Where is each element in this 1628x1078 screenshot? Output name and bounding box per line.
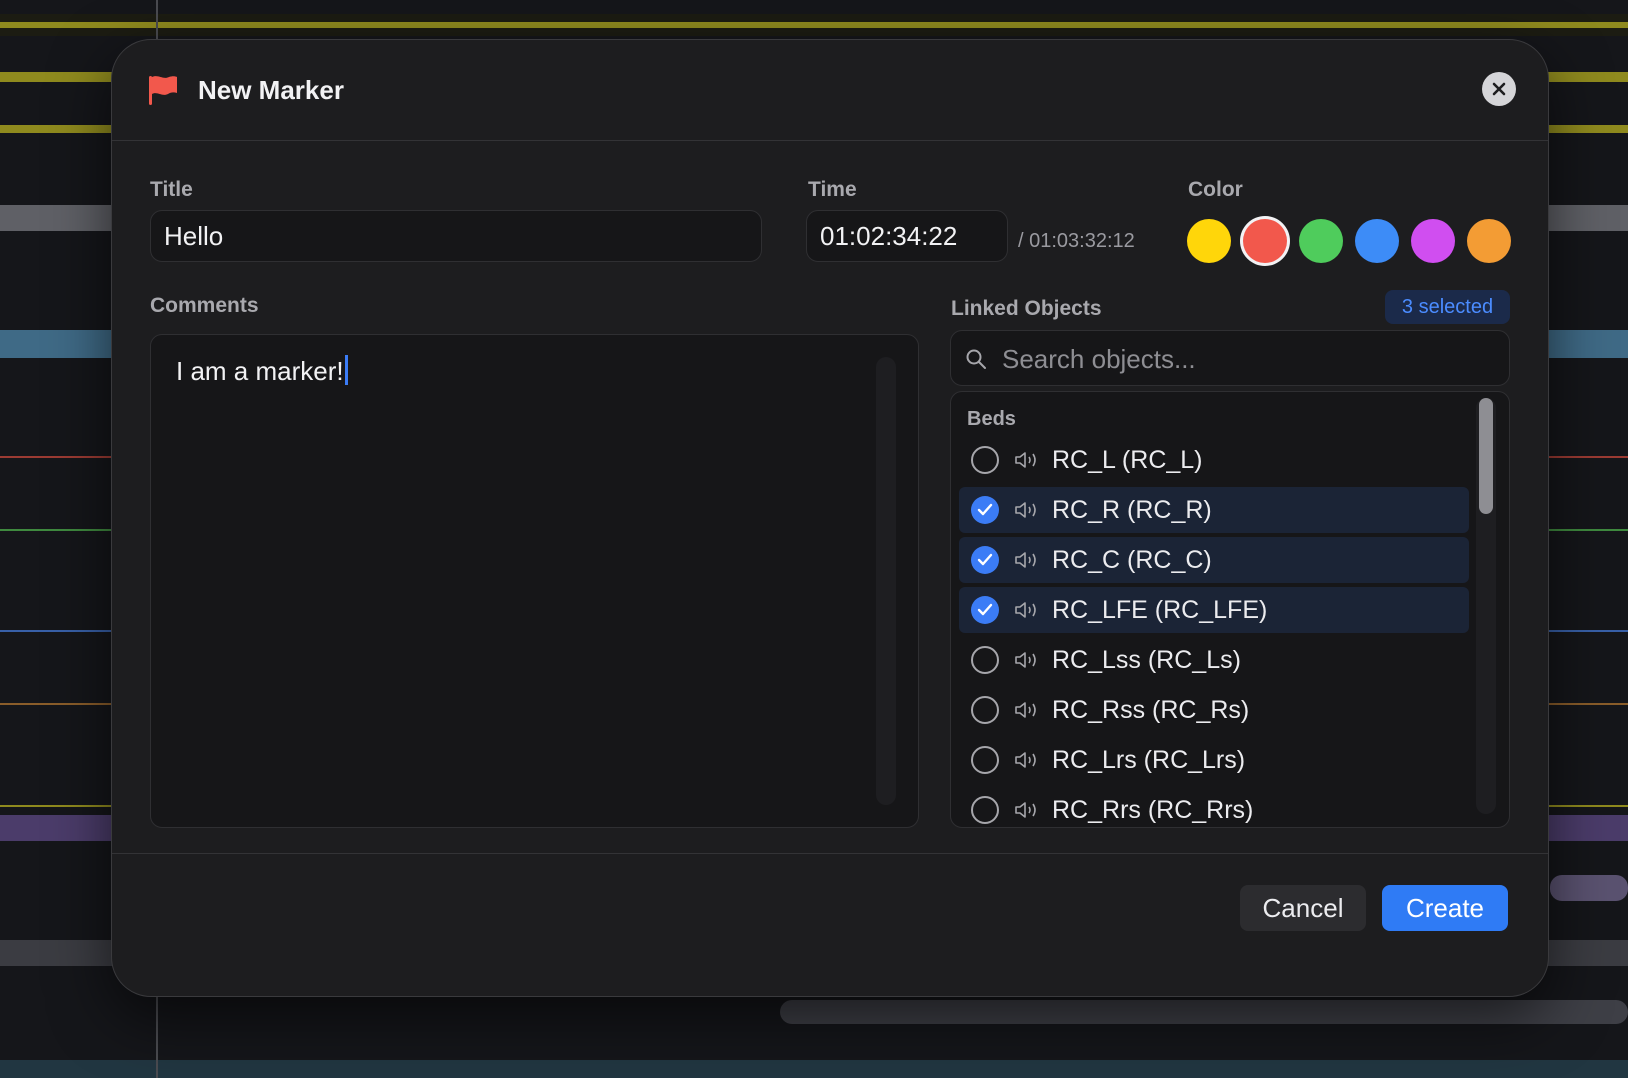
object-label: RC_L (RC_L): [1052, 446, 1203, 474]
speaker-icon: [1015, 802, 1036, 818]
waveform: [780, 1000, 1628, 1024]
checkbox-checked-icon[interactable]: [971, 596, 999, 624]
dialog-header: New Marker: [112, 40, 1548, 141]
object-label: RC_C (RC_C): [1052, 546, 1212, 574]
search-objects-input[interactable]: Search objects...: [950, 330, 1510, 386]
color-swatch-yellow[interactable]: [1187, 219, 1231, 263]
search-placeholder: Search objects...: [1002, 344, 1196, 374]
color-swatch-purple[interactable]: [1411, 219, 1455, 263]
time-label: Time: [808, 178, 857, 201]
scrollbar-thumb[interactable]: [1479, 398, 1493, 514]
object-row[interactable]: RC_Lss (RC_Ls): [959, 637, 1469, 683]
object-row[interactable]: RC_C (RC_C): [959, 537, 1469, 583]
checkbox-unchecked-icon[interactable]: [971, 696, 999, 724]
speaker-icon: [1015, 502, 1036, 518]
color-label: Color: [1188, 178, 1243, 201]
new-marker-dialog: New Marker Title Hello Time 01:02:34:22 …: [111, 39, 1549, 997]
color-swatch-red[interactable]: [1243, 219, 1287, 263]
search-icon: [966, 349, 986, 369]
object-row[interactable]: RC_L (RC_L): [959, 437, 1469, 483]
object-label: RC_R (RC_R): [1052, 496, 1212, 524]
color-swatch-orange[interactable]: [1467, 219, 1511, 263]
object-label: RC_Rss (RC_Rs): [1052, 696, 1250, 724]
speaker-icon: [1015, 602, 1036, 618]
speaker-icon: [1015, 452, 1036, 468]
time-total: / 01:03:32:12: [1018, 230, 1135, 252]
comments-text: I am a marker!: [176, 355, 348, 387]
title-input[interactable]: Hello: [150, 210, 762, 262]
waveform: [1550, 875, 1628, 901]
comments-value: I am a marker!: [176, 356, 344, 386]
object-label: RC_Rrs (RC_Rrs): [1052, 796, 1254, 824]
time-input[interactable]: 01:02:34:22: [806, 210, 1008, 262]
flag-icon: [149, 76, 177, 105]
color-swatch-blue[interactable]: [1355, 219, 1399, 263]
object-label: RC_LFE (RC_LFE): [1052, 596, 1268, 624]
cancel-button[interactable]: Cancel: [1240, 885, 1366, 931]
dialog-title: New Marker: [198, 75, 344, 105]
checkbox-unchecked-icon[interactable]: [971, 446, 999, 474]
color-swatch-green[interactable]: [1299, 219, 1343, 263]
checkbox-checked-icon[interactable]: [971, 546, 999, 574]
title-input-value: Hello: [164, 220, 224, 251]
object-row[interactable]: RC_Rrs (RC_Rrs): [959, 787, 1469, 827]
speaker-icon: [1015, 652, 1036, 668]
comments-label: Comments: [150, 294, 259, 317]
object-row[interactable]: RC_R (RC_R): [959, 487, 1469, 533]
object-row[interactable]: RC_Rss (RC_Rs): [959, 687, 1469, 733]
track-lane: [0, 1060, 1628, 1078]
checkbox-unchecked-icon[interactable]: [971, 646, 999, 674]
objects-scrollbar[interactable]: [1476, 398, 1496, 814]
object-label: RC_Lss (RC_Ls): [1052, 646, 1241, 674]
checkbox-checked-icon[interactable]: [971, 496, 999, 524]
title-label: Title: [150, 178, 193, 201]
comments-textarea[interactable]: I am a marker!: [150, 334, 919, 828]
linked-objects-list: Beds RC_L (RC_L) RC_R (RC_R) RC_C (RC_C)…: [950, 391, 1510, 828]
object-row[interactable]: RC_LFE (RC_LFE): [959, 587, 1469, 633]
speaker-icon: [1015, 552, 1036, 568]
object-row[interactable]: RC_Lrs (RC_Lrs): [959, 737, 1469, 783]
linked-objects-label: Linked Objects: [951, 297, 1102, 320]
group-label-beds: Beds: [967, 408, 1016, 430]
time-input-value: 01:02:34:22: [820, 220, 958, 251]
selected-count-badge: 3 selected: [1385, 290, 1510, 324]
speaker-icon: [1015, 752, 1036, 768]
create-button[interactable]: Create: [1382, 885, 1508, 931]
checkbox-unchecked-icon[interactable]: [971, 746, 999, 774]
checkbox-unchecked-icon[interactable]: [971, 796, 999, 824]
close-button[interactable]: [1482, 72, 1516, 106]
speaker-icon: [1015, 702, 1036, 718]
close-icon: [1492, 82, 1506, 96]
footer-divider: [112, 853, 1548, 854]
object-label: RC_Lrs (RC_Lrs): [1052, 746, 1246, 774]
text-caret: [344, 355, 348, 385]
comments-scrollbar[interactable]: [876, 357, 896, 805]
waveform: [0, 22, 1628, 28]
